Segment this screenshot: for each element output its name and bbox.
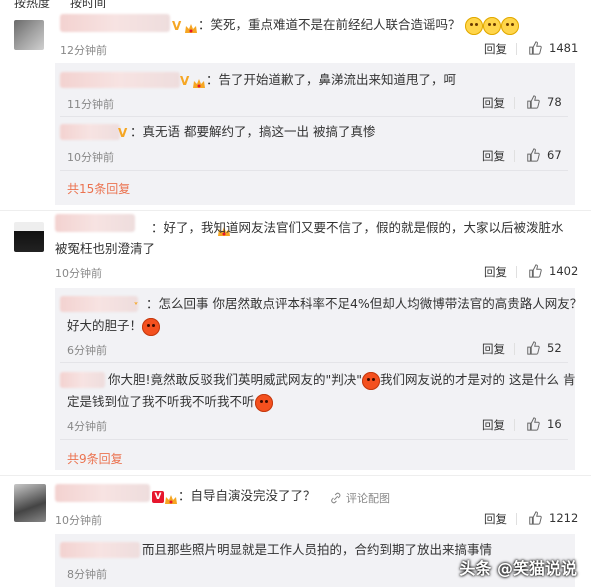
laugh-emoji-icon [482,16,501,35]
like-button[interactable]: 52 [526,341,562,355]
angry-emoji-icon [142,317,161,336]
like-button[interactable]: 16 [526,417,562,431]
divider [514,343,515,355]
crown-badge-icon [164,491,178,504]
sort-by-hot-tab[interactable]: 按热度 [14,0,50,8]
link-icon [331,492,341,504]
divider [516,43,517,55]
thumbs-up-icon [527,341,540,355]
angry-emoji-icon [254,393,273,412]
crown-badge-icon [184,20,198,33]
divider [0,210,591,211]
thumbs-up-icon [529,41,542,55]
more-replies-link[interactable]: 共9条回复 [67,450,123,467]
crown-badge-icon [192,75,206,88]
thumbs-up-icon [529,511,542,525]
reply-text: ᵛ ：怎么回事 你居然敢点评本科率不足4%但却人均微博带法官的高贵路人网友？ [134,296,583,311]
divider [516,513,517,525]
like-count: 1212 [549,511,579,525]
like-count: 1402 [549,264,579,278]
like-count: 67 [547,148,562,162]
like-count: 78 [547,95,562,109]
reply-text: V ：告了开始道歉了，鼻涕流出来知道甩了，呵 [180,72,457,88]
laugh-emoji-icon [500,16,519,35]
avatar[interactable] [14,484,46,522]
more-replies-link[interactable]: 共15条回复 [67,180,130,197]
vip-badge-icon: V [180,73,190,88]
divider [60,362,568,363]
avatar[interactable] [14,20,44,50]
sort-by-time-tab[interactable]: 按时间 [70,0,106,8]
comment-image-link[interactable]: 评论配图 [330,490,390,506]
divider [60,170,568,171]
comment-text: ：好了，我知道网友法官们又要不信了，假的就是假的，大家以后被泼脏水被冤枉也别澄清… [55,220,564,256]
reply-text-line2: 定是钱到位了我不听我不听我不听 [67,391,273,412]
like-count: 52 [547,341,562,355]
divider [0,475,591,476]
vip-badge-icon: V [152,490,164,503]
like-button[interactable]: 1481 [528,41,578,55]
thumbs-up-icon [529,264,542,278]
vip-badge-icon: ᵛ [134,299,139,309]
divider [514,150,515,162]
timestamp: 10分钟前 [55,267,102,280]
thumbs-up-icon [527,95,540,109]
laugh-emoji-icon [464,16,483,35]
divider [514,97,515,109]
reply-button[interactable]: 回复 [484,264,507,280]
avatar[interactable] [14,222,44,252]
like-button[interactable]: 1402 [528,264,578,278]
like-count: 1481 [549,41,579,55]
like-button[interactable]: 67 [526,148,562,162]
username[interactable] [60,14,170,32]
timestamp: 12分钟前 [60,44,107,57]
reply-text: 而且那些照片明显就是工作人员拍的，合约到期了放出来搞事情 [142,542,493,557]
reply-text-line2: 好大的胆子！ [67,315,161,336]
username[interactable] [60,72,180,88]
username[interactable] [60,372,105,388]
username[interactable] [55,484,150,502]
timestamp: 10分钟前 [67,151,114,164]
reply-text: V ：真无语 都要解约了，搞这一出 被搞了真惨 [118,124,376,140]
angry-emoji-icon [362,371,381,390]
timestamp: 11分钟前 [67,98,114,111]
comment-text: V ：笑死，重点难道不是在前经纪人联合造谣吗？ [172,14,519,35]
divider [514,419,515,431]
divider [60,439,568,440]
crown-badge-icon [137,223,230,236]
username[interactable] [60,124,120,140]
timestamp: 8分钟前 [67,568,107,581]
divider [60,116,568,117]
reply-button[interactable]: 回复 [482,148,505,164]
thumbs-up-icon [527,148,540,162]
reply-button[interactable]: 回复 [482,341,505,357]
vip-badge-icon: V [118,125,128,140]
timestamp: 6分钟前 [67,344,107,357]
reply-button[interactable]: 回复 [482,95,505,111]
comment-text: V ：自导自演没完没了了？ [152,485,316,506]
thumbs-up-icon [527,417,540,431]
watermark: 头条 @笑猫说说 [459,559,577,578]
reply-button[interactable]: 回复 [484,41,507,57]
reply-text: 你大胆!竟然敢反驳我们英明威武网友的"判决" 我们网友说的才是对的 这是什么 肯 [108,369,575,390]
username[interactable] [60,296,138,312]
reply-button[interactable]: 回复 [482,417,505,433]
timestamp: 10分钟前 [55,514,102,527]
divider [516,266,517,278]
vip-badge-icon: V [172,18,182,33]
like-button[interactable]: 78 [526,95,562,109]
reply-button[interactable]: 回复 [484,511,507,527]
like-count: 16 [547,417,562,431]
sort-bar: 按热度 按时间 [0,0,591,8]
timestamp: 4分钟前 [67,420,107,433]
username[interactable] [60,542,140,558]
like-button[interactable]: 1212 [528,511,578,525]
